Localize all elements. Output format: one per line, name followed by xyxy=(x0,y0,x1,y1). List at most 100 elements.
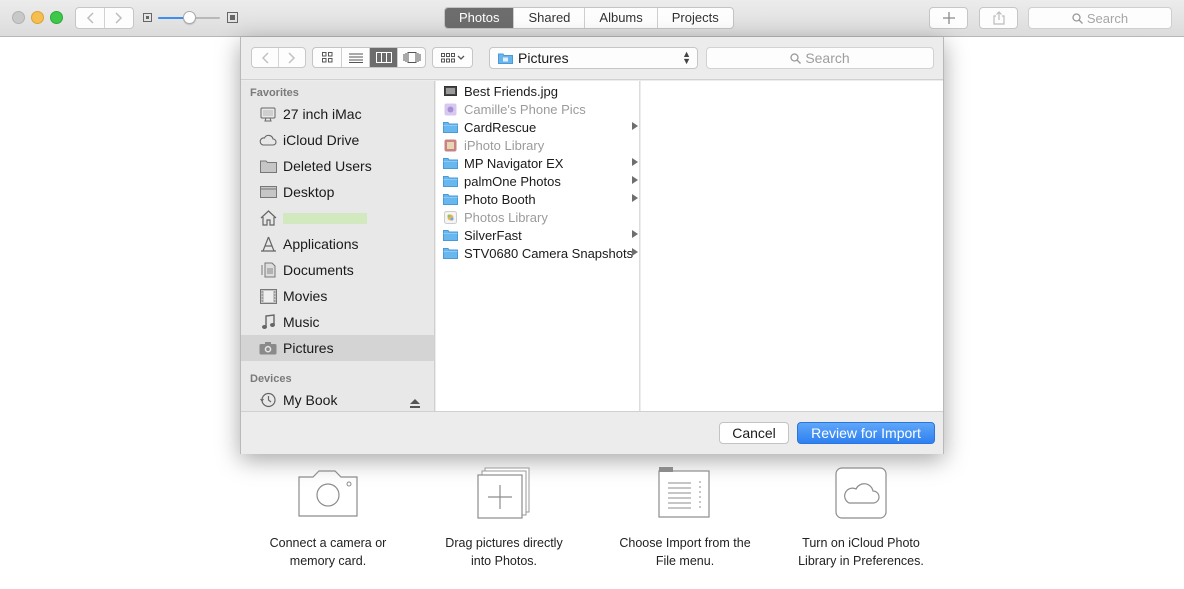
sidebar-item-documents[interactable]: Documents xyxy=(241,257,434,283)
sidebar-item-label: Pictures xyxy=(283,340,334,356)
list-view-button[interactable] xyxy=(341,48,369,67)
chevron-left-icon xyxy=(86,12,94,24)
sidebar-item-desktop[interactable]: Desktop xyxy=(241,179,434,205)
file-item[interactable]: STV0680 Camera Snapshots xyxy=(436,244,639,262)
sidebar-item-home[interactable] xyxy=(241,205,434,231)
sidebar: Favorites 27 inch iMac iCloud Drive Delete… xyxy=(241,81,435,411)
home-icon xyxy=(259,209,277,227)
main-search-field[interactable]: Search xyxy=(1028,7,1172,29)
icon-view-button[interactable] xyxy=(313,48,341,67)
file-item[interactable]: MP Navigator EX xyxy=(436,154,639,172)
imac-icon xyxy=(259,105,277,123)
dialog-history-nav xyxy=(251,47,306,68)
cover-flow-button[interactable] xyxy=(397,48,425,67)
import-hint: Connect a camera or memory card. xyxy=(243,467,413,570)
cover-flow-icon xyxy=(403,52,420,63)
file-item[interactable]: SilverFast xyxy=(436,226,639,244)
share-button[interactable] xyxy=(979,7,1018,29)
tab-photos[interactable]: Photos xyxy=(445,8,514,28)
arrange-button[interactable] xyxy=(432,47,473,68)
sidebar-item-label: Desktop xyxy=(283,184,335,200)
file-item-label: Photo Booth xyxy=(464,191,536,207)
icloud-photo-icon xyxy=(776,467,946,522)
dialog-back-button[interactable] xyxy=(252,48,279,67)
devices-header: Devices xyxy=(250,373,292,385)
location-label: Pictures xyxy=(518,50,569,66)
sidebar-item-pictures[interactable]: Pictures xyxy=(241,335,434,361)
favorites-header: Favorites xyxy=(250,87,299,99)
movies-icon xyxy=(259,287,277,305)
file-item[interactable]: Photos Library xyxy=(436,208,639,226)
disclosure-arrow-icon xyxy=(632,194,638,202)
chevron-down-icon xyxy=(457,55,464,60)
add-button[interactable] xyxy=(929,7,968,29)
search-icon xyxy=(790,52,802,64)
sidebar-item-label: Music xyxy=(283,314,320,330)
sidebar-item-applications[interactable]: Applications xyxy=(241,231,434,257)
file-item[interactable]: Best Friends.jpg xyxy=(436,82,639,100)
file-column: Best Friends.jpg Camille's Phone Pics Card… xyxy=(436,81,640,411)
iphoto-library-icon xyxy=(443,139,458,152)
sidebar-item-icloud-drive[interactable]: iCloud Drive xyxy=(241,127,434,153)
file-item[interactable]: CardRescue xyxy=(436,118,639,136)
zoom-slider-knob[interactable] xyxy=(183,11,196,24)
file-item-label: MP Navigator EX xyxy=(464,155,564,171)
file-menu-icon xyxy=(600,467,770,522)
import-hint-text: Connect a camera or memory card. xyxy=(269,536,387,568)
import-hint-text: Drag pictures directly into Photos. xyxy=(445,536,563,568)
import-dialog: Pictures ▲ ▼ Search Favorites 27 inch iMa… xyxy=(240,37,944,454)
sidebar-item-movies[interactable]: Movies xyxy=(241,283,434,309)
location-popup[interactable]: Pictures ▲ ▼ xyxy=(489,47,698,69)
zoom-in-icon[interactable] xyxy=(227,12,238,23)
disclosure-arrow-icon xyxy=(632,158,638,166)
disclosure-arrow-icon xyxy=(632,122,638,130)
main-toolbar: Photos Shared Albums Projects Search xyxy=(0,0,1184,37)
import-hint-text: Turn on iCloud Photo Library in Preferen… xyxy=(798,536,924,568)
window-minimize-button[interactable] xyxy=(31,11,44,24)
review-for-import-button[interactable]: Review for Import xyxy=(797,422,935,444)
updown-chevron-icon: ▲ ▼ xyxy=(682,49,691,66)
tab-shared[interactable]: Shared xyxy=(513,8,584,28)
window-close-button[interactable] xyxy=(12,11,25,24)
dialog-toolbar: Pictures ▲ ▼ Search xyxy=(241,37,943,80)
dialog-search-field[interactable]: Search xyxy=(706,47,934,69)
dialog-footer: Cancel Review for Import xyxy=(241,411,943,454)
share-icon xyxy=(992,11,1005,25)
tab-albums[interactable]: Albums xyxy=(584,8,656,28)
sidebar-item-27-inch-imac[interactable]: 27 inch iMac xyxy=(241,101,434,127)
forward-button[interactable] xyxy=(105,8,133,28)
main-search-placeholder: Search xyxy=(1086,10,1129,26)
folder-icon xyxy=(259,157,277,175)
sidebar-item-music[interactable]: Music xyxy=(241,309,434,335)
file-item-label: Best Friends.jpg xyxy=(464,83,558,99)
eject-icon[interactable] xyxy=(410,395,420,411)
dialog-forward-button[interactable] xyxy=(279,48,305,67)
cancel-button[interactable]: Cancel xyxy=(719,422,789,444)
sidebar-item-label: 27 inch iMac xyxy=(283,106,362,122)
sidebar-item-label: Applications xyxy=(283,236,359,252)
folder-icon xyxy=(443,157,458,170)
back-button[interactable] xyxy=(76,8,105,28)
window-zoom-button[interactable] xyxy=(50,11,63,24)
file-item[interactable]: Camille's Phone Pics xyxy=(436,100,639,118)
sidebar-item-my-book[interactable]: My Book xyxy=(241,387,434,411)
tab-projects[interactable]: Projects xyxy=(656,8,733,28)
file-item-label: palmOne Photos xyxy=(464,173,561,189)
file-item[interactable]: iPhoto Library xyxy=(436,136,639,154)
chevron-left-icon xyxy=(261,51,269,64)
sidebar-item-label: My Book xyxy=(283,392,338,408)
sidebar-item-deleted-users[interactable]: Deleted Users xyxy=(241,153,434,179)
zoom-out-icon[interactable] xyxy=(143,13,152,22)
file-item[interactable]: palmOne Photos xyxy=(436,172,639,190)
view-mode-group xyxy=(312,47,426,68)
history-nav xyxy=(75,7,134,29)
desktop-icon xyxy=(259,183,277,201)
pictures-folder-icon xyxy=(498,53,513,64)
camera-icon xyxy=(259,339,277,357)
column-view-button[interactable] xyxy=(369,48,397,67)
view-tabs: Photos Shared Albums Projects xyxy=(444,7,734,29)
file-item[interactable]: Photo Booth xyxy=(436,190,639,208)
disclosure-arrow-icon xyxy=(632,176,638,184)
file-item-label: STV0680 Camera Snapshots xyxy=(464,245,634,261)
sidebar-item-label: iCloud Drive xyxy=(283,132,360,148)
